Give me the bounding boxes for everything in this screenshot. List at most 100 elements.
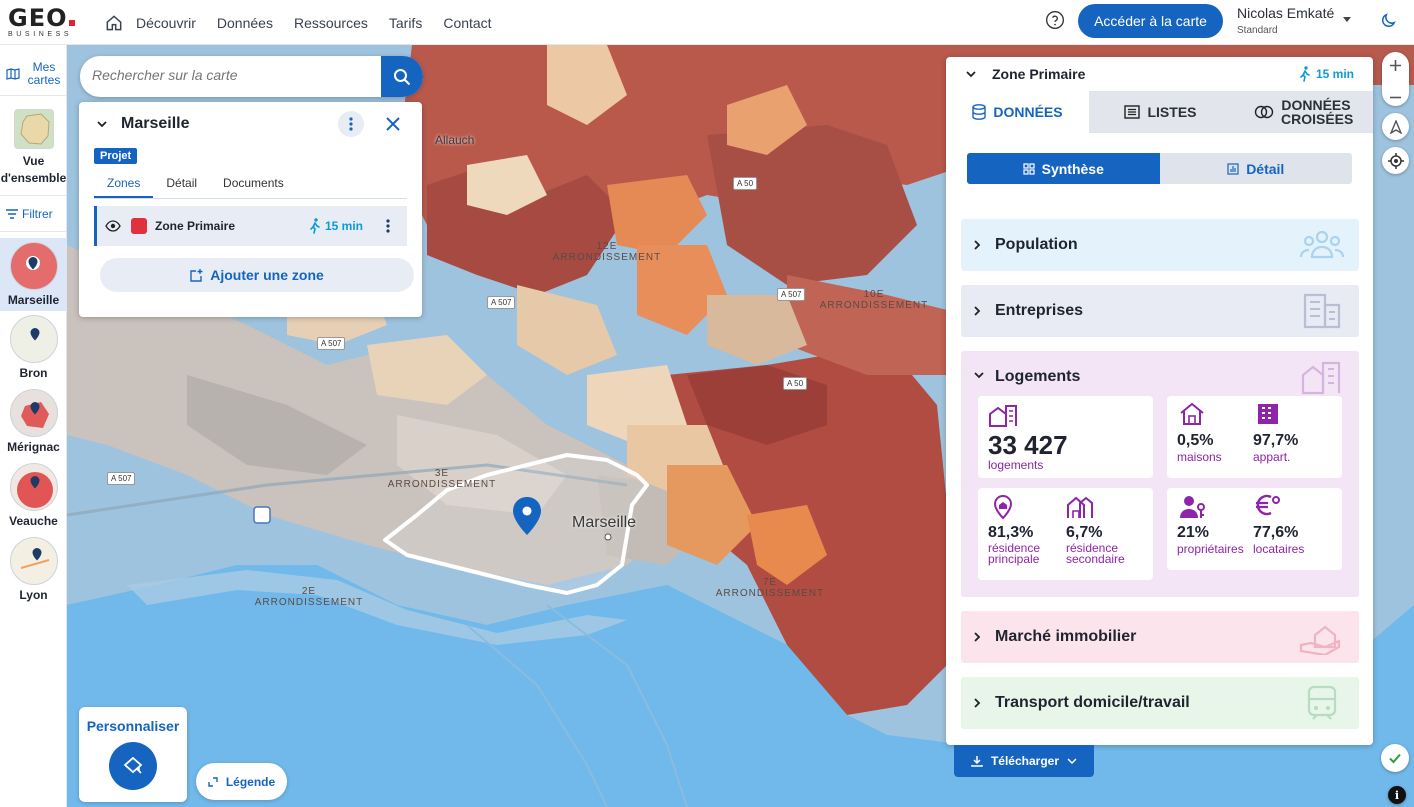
project-bron[interactable]: Bron xyxy=(0,315,67,380)
road-shield: A 507 xyxy=(487,296,516,309)
intersect-icon xyxy=(1254,105,1274,119)
zoom-out-icon[interactable] xyxy=(1382,84,1409,111)
tab-listes[interactable]: LISTES xyxy=(1089,91,1232,133)
personnaliser-card: Personnaliser xyxy=(79,707,187,802)
vue-ensemble-button[interactable]: Vue d'ensemble xyxy=(0,109,67,187)
section-marche-immobilier[interactable]: Marché immobilier xyxy=(961,611,1359,663)
close-icon[interactable] xyxy=(385,116,401,132)
section-population[interactable]: Population xyxy=(961,219,1359,271)
tab-documents[interactable]: Documents xyxy=(210,173,297,198)
project-panel: Marseille Projet Zones Détail Documents … xyxy=(79,102,422,317)
nav-ressources[interactable]: Ressources xyxy=(294,15,368,31)
add-zone-label: Ajouter une zone xyxy=(210,267,324,283)
buildings-icon xyxy=(1301,361,1341,395)
location-home-icon xyxy=(993,494,1013,520)
building-icon xyxy=(1303,293,1341,329)
project-label: Bron xyxy=(19,366,48,380)
zone-travel-time: 15 min xyxy=(309,218,363,234)
help-icon[interactable] xyxy=(1045,10,1065,30)
map-icon xyxy=(6,68,20,80)
user-menu[interactable]: Nicolas Emkaté Standard xyxy=(1237,5,1334,36)
download-button[interactable]: Télécharger xyxy=(954,745,1094,777)
visibility-icon[interactable] xyxy=(105,220,121,232)
data-panel: Zone Primaire 15 min DONNÉES LISTES DONN… xyxy=(946,57,1373,745)
chart-icon xyxy=(1227,162,1239,175)
project-label: Mérignac xyxy=(7,440,60,454)
walking-icon xyxy=(310,218,320,234)
chevron-right-icon xyxy=(974,698,981,708)
panel-tabs: DONNÉES LISTES DONNÉES CROISÉES xyxy=(946,91,1373,133)
zone-more-icon[interactable] xyxy=(386,219,390,233)
nav-contact[interactable]: Contact xyxy=(443,15,491,31)
check-icon[interactable] xyxy=(1381,744,1409,772)
stat-value: 0,5% xyxy=(1177,432,1214,449)
stat-label: locataires xyxy=(1253,542,1305,556)
tab-zones[interactable]: Zones xyxy=(94,173,154,198)
people-icon xyxy=(1299,230,1345,259)
logements-title[interactable]: Logements xyxy=(995,368,1080,386)
geo-business-logo[interactable]: GEO BUSINESS xyxy=(8,6,88,40)
tab-donnees-croisees[interactable]: DONNÉES CROISÉES xyxy=(1232,91,1373,133)
divider xyxy=(0,231,67,232)
dark-mode-icon[interactable] xyxy=(1380,11,1398,29)
toggle-synthese[interactable]: Synthèse xyxy=(967,153,1160,184)
stat-card-types: 0,5% maisons 97,7% appart. xyxy=(1167,396,1342,478)
chevron-down-icon[interactable] xyxy=(965,68,977,80)
chevron-right-icon xyxy=(974,632,981,642)
filter-icon xyxy=(6,209,18,219)
nav-decouvrir[interactable]: Découvrir xyxy=(136,15,196,31)
france-map-thumbnail xyxy=(13,109,54,149)
legend-button[interactable]: Légende xyxy=(196,763,287,800)
stat-value: 21% xyxy=(1177,524,1210,541)
mes-cartes-label: Mes cartes xyxy=(27,60,61,87)
project-merignac[interactable]: Mérignac xyxy=(0,389,67,454)
database-icon xyxy=(972,104,987,120)
project-marseille[interactable]: Marseille xyxy=(0,238,67,311)
caret-down-icon[interactable] xyxy=(1343,17,1351,22)
list-icon xyxy=(1124,105,1141,119)
panel-zone-title: Zone Primaire xyxy=(992,66,1086,82)
project-lyon[interactable]: Lyon xyxy=(0,537,67,602)
stat-value: 33 427 xyxy=(988,430,1068,460)
home-icon[interactable] xyxy=(104,13,124,33)
zone-color-swatch xyxy=(131,218,147,234)
project-badge: Projet xyxy=(94,148,138,164)
stat-label: logements xyxy=(988,458,1044,472)
stat-label: résidence principale xyxy=(988,541,1041,566)
add-zone-button[interactable]: Ajouter une zone xyxy=(100,258,414,292)
toggle-detail[interactable]: Détail xyxy=(1160,153,1353,184)
stat-label: propriétaires xyxy=(1177,542,1244,556)
info-icon[interactable]: i xyxy=(1388,786,1406,804)
chevron-right-icon xyxy=(974,306,981,316)
panel-header[interactable]: Zone Primaire 15 min xyxy=(946,57,1373,91)
tab-donnees[interactable]: DONNÉES xyxy=(946,91,1089,133)
lyon-thumbnail xyxy=(9,537,58,585)
zoom-in-icon[interactable] xyxy=(1382,52,1409,79)
map-search xyxy=(80,56,423,97)
section-entreprises[interactable]: Entreprises xyxy=(961,285,1359,337)
mes-cartes-button[interactable]: Mes cartes xyxy=(6,61,62,87)
zone-row[interactable]: Zone Primaire 15 min xyxy=(94,206,407,246)
compass-icon[interactable] xyxy=(1382,113,1409,140)
nav-tarifs[interactable]: Tarifs xyxy=(389,15,422,31)
main-nav: Découvrir Données Ressources Tarifs Cont… xyxy=(104,0,513,45)
chevron-down-icon[interactable] xyxy=(973,371,985,379)
road-shield: A 507 xyxy=(107,472,136,485)
search-input[interactable] xyxy=(92,67,382,83)
stat-card-occupation: 21% propriétaires 77,6% locataires xyxy=(1167,488,1342,570)
project-title: Marseille xyxy=(121,115,190,132)
personnaliser-button[interactable] xyxy=(109,742,157,790)
nav-donnees[interactable]: Données xyxy=(217,15,273,31)
left-sidebar: Mes cartes Vue d'ensemble Filtrer Marseil… xyxy=(0,45,67,807)
open-map-button[interactable]: Accéder à la carte xyxy=(1078,4,1223,38)
section-logements: Logements 33 427 logements 0,5% maisons … xyxy=(961,351,1359,597)
project-veauche[interactable]: Veauche xyxy=(0,463,67,528)
section-transport[interactable]: Transport domicile/travail xyxy=(961,677,1359,729)
tab-detail[interactable]: Détail xyxy=(153,173,210,198)
chevron-down-icon[interactable] xyxy=(96,118,108,130)
search-button[interactable] xyxy=(381,56,423,97)
house-icon xyxy=(1180,402,1204,425)
filter-button[interactable]: Filtrer xyxy=(6,207,53,221)
locate-icon[interactable] xyxy=(1382,147,1409,174)
project-menu-button[interactable] xyxy=(338,111,364,137)
